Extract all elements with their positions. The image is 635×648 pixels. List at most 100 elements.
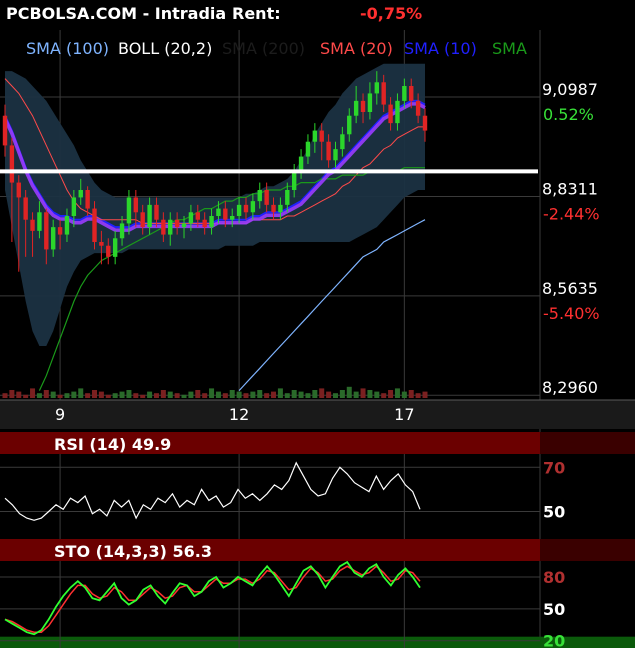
candle-body <box>388 104 393 124</box>
volume-bar <box>147 391 153 398</box>
volume-bar <box>153 393 159 398</box>
candle-body <box>30 219 35 231</box>
volume-bar <box>85 393 91 398</box>
candle-body <box>99 242 104 246</box>
volume-bar <box>408 390 414 398</box>
volume-bar <box>36 393 42 398</box>
volume-bar <box>388 390 394 398</box>
candle-body <box>106 245 111 257</box>
volume-bar <box>98 391 104 398</box>
volume-bar <box>326 391 332 398</box>
volume-bar <box>30 388 36 398</box>
legend-item-5: SMA <box>492 39 527 58</box>
candle-body <box>291 171 297 190</box>
candle-body <box>112 238 118 257</box>
volume-bar <box>236 391 242 398</box>
rsi-label: RSI (14) 49.9 <box>54 435 171 454</box>
candle-body <box>367 93 373 112</box>
candle-body <box>298 156 304 172</box>
header-symbol: PCBOLSA.COM - Intradia <box>6 4 226 23</box>
volume-bar <box>174 393 180 398</box>
candle-body <box>37 212 42 231</box>
volume-bar <box>305 393 311 398</box>
volume-bar <box>291 390 297 398</box>
volume-bar <box>78 388 84 398</box>
volume-bar <box>105 394 111 398</box>
volume-bar <box>9 390 15 398</box>
price-axis-price: 8,2960 <box>542 378 598 397</box>
volume-bar <box>339 390 345 398</box>
candle-body <box>188 212 194 224</box>
price-axis-price: 8,5635 <box>542 279 598 298</box>
volume-bar <box>64 393 70 398</box>
x-tick-label: 17 <box>394 405 414 424</box>
volume-bar <box>126 390 132 398</box>
sto-tick-label: 80 <box>543 568 565 587</box>
volume-bar <box>264 393 270 398</box>
volume-bar <box>215 391 221 398</box>
volume-bar <box>57 394 63 398</box>
candle-body <box>209 216 214 228</box>
sto-header-right <box>540 539 635 561</box>
candle-body <box>347 115 352 135</box>
x-tick-label: 12 <box>229 405 249 424</box>
volume-bar <box>43 390 49 398</box>
volume-bar <box>401 391 407 398</box>
candle-body <box>174 219 180 228</box>
volume-bar <box>119 391 125 398</box>
volume-bar <box>243 393 249 398</box>
rsi-tick-label: 70 <box>543 458 565 477</box>
price-axis-pct: -5.40% <box>543 304 600 323</box>
volume-bar <box>160 390 166 398</box>
volume-bar <box>422 391 428 398</box>
candle-body <box>223 208 228 220</box>
candle-body <box>161 219 166 235</box>
rsi-tick-label: 50 <box>543 502 565 521</box>
candle-body <box>44 212 49 250</box>
candle-body <box>360 100 366 112</box>
volume-bar <box>415 393 421 398</box>
volume-bar <box>229 390 235 398</box>
volume-bar <box>353 391 359 398</box>
chart-legend: SMA (100) BOLL (20,2) SMA (200) SMA (20) SMA… <box>26 39 527 58</box>
candle-body <box>333 149 338 161</box>
candle-body <box>285 190 290 205</box>
volume-bar <box>250 391 256 398</box>
legend-item-3: SMA (20) <box>320 39 393 58</box>
candle-body <box>319 130 324 142</box>
volume-bar <box>23 394 29 398</box>
candle-body <box>409 86 414 101</box>
candle-body <box>402 86 407 101</box>
volume-bar <box>394 388 400 398</box>
volume-bar <box>50 391 56 398</box>
sto-axis: 80 50 20 <box>543 568 565 648</box>
sto-oversold-fill <box>0 636 635 648</box>
candle-body <box>23 197 28 220</box>
candle-body <box>195 212 200 220</box>
header-rent-label: Rent: <box>232 4 281 23</box>
candle-body <box>236 204 242 216</box>
candle-body <box>202 219 207 228</box>
volume-bar <box>133 393 139 398</box>
candle-body <box>147 204 152 228</box>
candle-body <box>230 216 235 220</box>
rsi-header-right <box>540 432 635 454</box>
x-tick-label: 9 <box>55 405 65 424</box>
candle-body <box>50 227 56 250</box>
volume-bar <box>209 388 215 398</box>
volume-bar <box>284 393 290 398</box>
volume-bar <box>140 394 146 398</box>
candle-body <box>312 130 318 142</box>
volume-bar <box>319 388 325 398</box>
candle-body <box>119 223 125 239</box>
volume-bar <box>367 390 373 398</box>
candle-body <box>353 100 359 116</box>
volume-bar <box>271 391 277 398</box>
candle-body <box>168 219 173 235</box>
candle-body <box>2 115 8 146</box>
legend-item-1: BOLL (20,2) <box>118 39 212 58</box>
volume-bar <box>381 393 387 398</box>
candle-body <box>16 182 21 198</box>
candle-body <box>326 141 331 161</box>
candle-body <box>381 82 386 105</box>
